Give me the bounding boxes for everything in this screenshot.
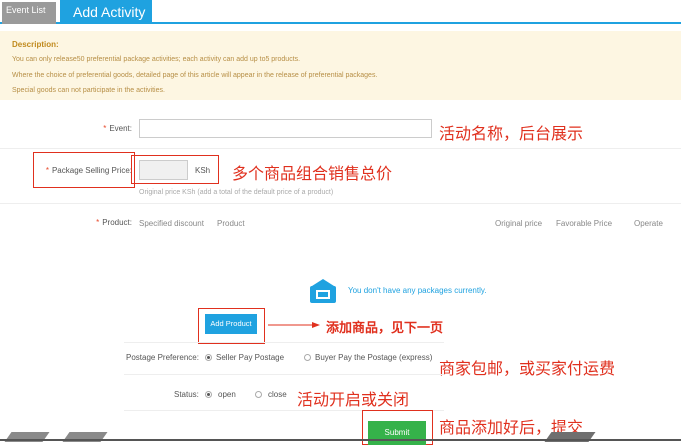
description-line: Where the choice of preferential goods, … xyxy=(12,71,378,79)
add-product-annotation: 添加商品，见下一页 xyxy=(326,321,444,336)
product-label: * Product: xyxy=(60,218,132,227)
price-input-highlight xyxy=(131,155,219,184)
price-label-text: Package Selling Price: xyxy=(51,166,132,175)
description-line: You can only release50 preferential pack… xyxy=(12,56,301,63)
status-option-open[interactable]: open xyxy=(218,390,236,399)
price-label: * Package Selling Price: xyxy=(36,166,132,175)
status-radio-open[interactable] xyxy=(205,391,212,398)
price-annotation: 多个商品组合销售总价 xyxy=(232,164,393,183)
event-label-text: Event: xyxy=(109,124,132,133)
right-arrow-icon xyxy=(268,322,320,328)
divider xyxy=(0,203,681,204)
product-label-text: Product: xyxy=(102,218,132,227)
price-hint: Original price KSh (add a total of the d… xyxy=(139,189,334,196)
empty-message: You don't have any packages currently. xyxy=(348,286,487,295)
status-radio-close[interactable] xyxy=(255,391,262,398)
add-product-button[interactable]: Add Product xyxy=(205,314,257,334)
status-option-close[interactable]: close xyxy=(268,390,287,399)
submit-button[interactable]: Submit xyxy=(368,421,426,445)
postage-radio-buyer[interactable] xyxy=(304,354,311,361)
column-operate: Operate xyxy=(634,219,663,228)
postage-option-seller[interactable]: Seller Pay Postage xyxy=(216,353,284,362)
column-original-price: Original price xyxy=(495,219,543,228)
status-label: Status: xyxy=(174,390,199,399)
description-title: Description: xyxy=(12,40,59,49)
divider xyxy=(124,374,444,375)
description-line: Special goods can not participate in the… xyxy=(12,87,165,94)
divider xyxy=(0,148,681,149)
tab-event-list[interactable]: Event List xyxy=(2,2,56,24)
required-asterisk: * xyxy=(103,124,107,133)
postage-option-buyer[interactable]: Buyer Pay the Postage (express) xyxy=(315,353,432,362)
tab-add-activity[interactable]: Add Activity xyxy=(60,0,152,24)
column-favorable-price: Favorable Price xyxy=(556,219,613,228)
postage-annotation: 商家包邮，或买家付运费 xyxy=(439,359,616,378)
required-asterisk: * xyxy=(45,166,49,175)
event-annotation: 活动名称，后台展示 xyxy=(439,124,584,143)
event-label: * Event: xyxy=(40,124,132,133)
postage-radio-seller[interactable] xyxy=(205,354,212,361)
bottom-rule xyxy=(0,439,681,441)
package-box-icon xyxy=(310,279,336,303)
divider xyxy=(124,342,444,343)
status-annotation: 活动开启或关闭 xyxy=(297,390,410,409)
postage-label: Postage Preference: xyxy=(126,353,199,362)
column-product: Product xyxy=(217,219,245,228)
event-input[interactable] xyxy=(139,119,432,138)
tab-bar: Event List Add Activity xyxy=(0,0,681,24)
description-panel: Description: You can only release50 pref… xyxy=(0,31,681,100)
required-asterisk: * xyxy=(96,218,100,227)
column-specified-discount: Specified discount xyxy=(139,219,204,228)
